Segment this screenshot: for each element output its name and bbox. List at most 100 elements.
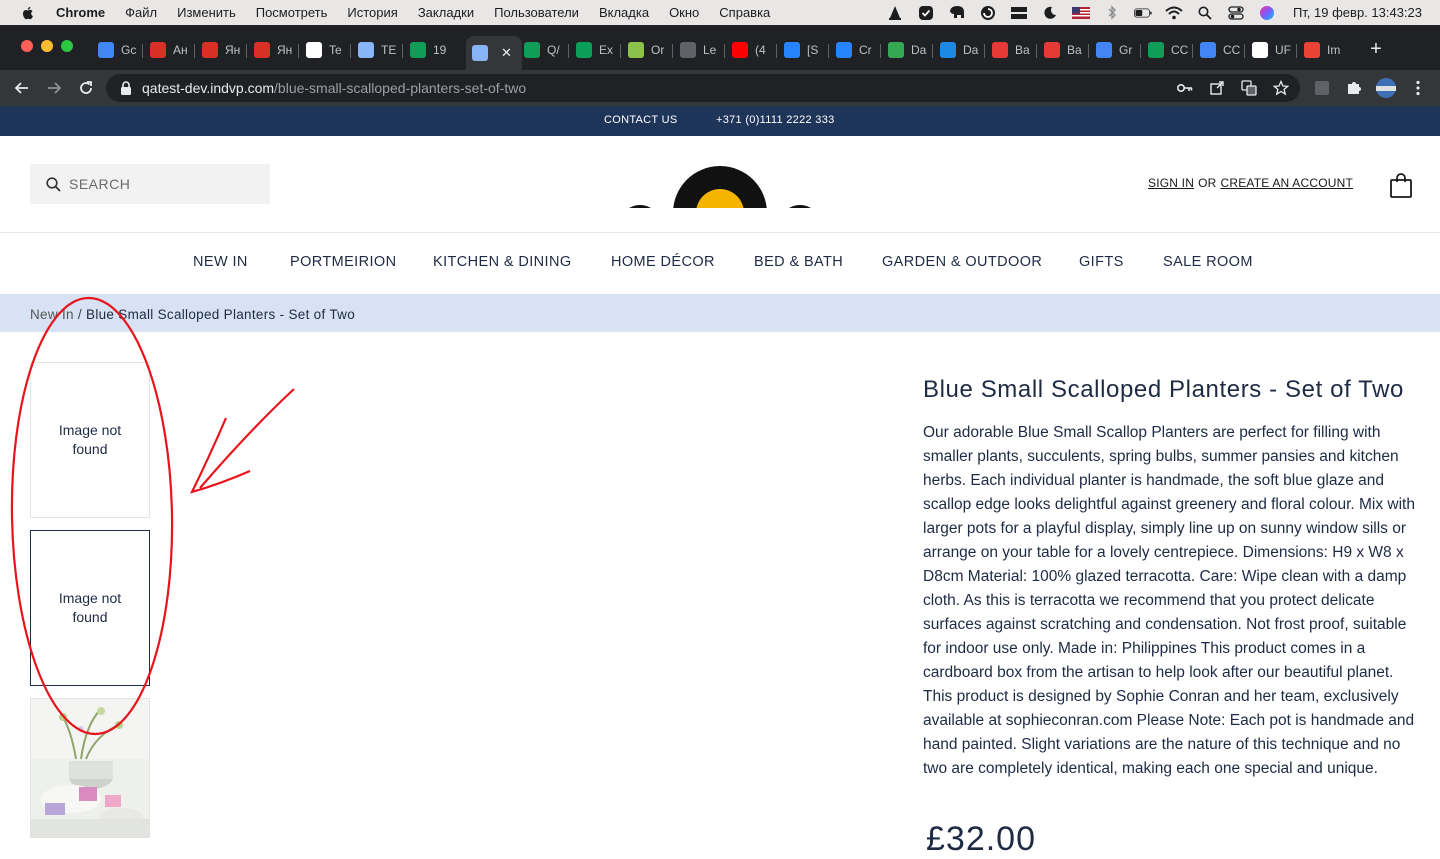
profile-avatar[interactable] — [1374, 76, 1398, 100]
back-arrow-icon[interactable] — [10, 76, 34, 100]
search-box[interactable] — [30, 164, 270, 204]
browser-tab[interactable]: Le — [674, 36, 726, 64]
menu-app-name[interactable]: Chrome — [56, 5, 105, 20]
elephant-icon[interactable] — [948, 5, 966, 21]
shopping-bag-icon[interactable] — [1389, 172, 1413, 198]
wikipedia-icon — [1252, 42, 1268, 58]
chrome-menu-icon[interactable] — [1406, 76, 1430, 100]
bluetooth-icon[interactable] — [1103, 5, 1121, 21]
phone-number[interactable]: +371 (0)1111 2222 333 — [716, 114, 835, 126]
bookmark-star-icon[interactable] — [1272, 79, 1290, 97]
browser-tab[interactable]: Ян — [196, 36, 248, 64]
browser-tab[interactable]: TE — [352, 36, 404, 64]
browser-tab-active[interactable]: ✕ — [466, 36, 522, 70]
search-icon[interactable] — [46, 176, 61, 192]
menu-edit[interactable]: Изменить — [177, 5, 236, 20]
siri-icon[interactable] — [1258, 5, 1276, 21]
spotlight-search-icon[interactable] — [1196, 5, 1214, 21]
menu-view[interactable]: Посмотреть — [256, 5, 328, 20]
browser-tab[interactable]: CC — [1142, 36, 1194, 64]
sheets-icon — [524, 42, 540, 58]
url-text[interactable]: qatest-dev.indvp.com/blue-small-scallope… — [142, 80, 526, 96]
browser-tab[interactable]: Da — [934, 36, 986, 64]
tab-label: (4 — [755, 43, 766, 57]
tab-separator — [672, 44, 673, 58]
window-close-button[interactable] — [21, 40, 33, 52]
gallery-thumbnail-image[interactable] — [30, 698, 150, 838]
shell-icon — [358, 42, 374, 58]
menu-history[interactable]: История — [347, 5, 397, 20]
browser-tab[interactable]: Q/ — [518, 36, 570, 64]
browser-tab[interactable]: Ан — [144, 36, 196, 64]
browser-tab[interactable]: Im — [1298, 36, 1350, 64]
reload-icon[interactable] — [74, 76, 98, 100]
apple-logo-icon[interactable] — [20, 5, 36, 21]
browser-tab[interactable]: Ex — [570, 36, 622, 64]
bookshelf-icon[interactable] — [1010, 5, 1028, 21]
browser-tab[interactable]: Ba — [986, 36, 1038, 64]
gallery-thumbnail-missing[interactable]: Image not found — [30, 362, 150, 518]
menu-tab[interactable]: Вкладка — [599, 5, 649, 20]
moon-icon[interactable] — [1041, 5, 1059, 21]
tab-label: Q/ — [547, 43, 560, 57]
browser-tab[interactable]: [S — [778, 36, 830, 64]
browser-tab[interactable]: CC — [1194, 36, 1246, 64]
new-tab-button[interactable]: + — [1366, 39, 1386, 59]
nav-new-in[interactable]: NEW IN — [193, 254, 248, 270]
browser-tab[interactable]: Or — [622, 36, 674, 64]
gallery-thumbnail-missing-selected[interactable]: Image not found — [30, 530, 150, 686]
us-flag-icon[interactable] — [1071, 5, 1090, 21]
nav-garden-outdoor[interactable]: GARDEN & OUTDOOR — [882, 254, 1042, 270]
browser-tab[interactable]: Gc — [92, 36, 144, 64]
lock-icon[interactable] — [120, 81, 132, 95]
browser-tab[interactable]: (4 — [726, 36, 778, 64]
tab-label: Ян — [225, 43, 241, 57]
battery-icon[interactable] — [1133, 5, 1152, 21]
translate-icon[interactable] — [1240, 79, 1258, 97]
menu-bookmarks[interactable]: Закладки — [418, 5, 474, 20]
menubar-clock[interactable]: Пт, 19 февр. 13:43:23 — [1293, 5, 1422, 20]
site-logo[interactable] — [600, 166, 840, 208]
browser-tab[interactable]: UF — [1246, 36, 1298, 64]
browser-tab[interactable]: Te — [300, 36, 352, 64]
nav-bed-bath[interactable]: BED & BATH — [754, 254, 843, 270]
open-external-icon[interactable] — [1208, 79, 1226, 97]
checkmark-icon[interactable] — [917, 5, 935, 21]
browser-tab[interactable]: 19 — [404, 36, 456, 64]
menu-window[interactable]: Окно — [669, 5, 699, 20]
tab-label: 19 — [433, 43, 447, 57]
extension-icon[interactable] — [1310, 76, 1334, 100]
sign-in-link[interactable]: SIGN IN — [1148, 176, 1194, 190]
tab-label: Ex — [599, 43, 614, 57]
create-account-link[interactable]: CREATE AN ACCOUNT — [1220, 176, 1353, 190]
puzzle-extensions-icon[interactable] — [1342, 76, 1366, 100]
control-center-icon[interactable] — [1227, 5, 1245, 21]
forward-arrow-icon[interactable] — [42, 76, 66, 100]
window-zoom-button[interactable] — [61, 40, 73, 52]
menu-file[interactable]: Файл — [125, 5, 157, 20]
breadcrumb-new-in-link[interactable]: New In — [30, 307, 74, 322]
macos-menu-bar: Chrome Файл Изменить Посмотреть История … — [0, 0, 1440, 25]
wifi-icon[interactable] — [1165, 5, 1183, 21]
menu-people[interactable]: Пользователи — [494, 5, 579, 20]
window-minimize-button[interactable] — [41, 40, 53, 52]
cone-icon[interactable] — [886, 5, 904, 21]
nav-sale-room[interactable]: SALE ROOM — [1163, 254, 1253, 270]
browser-tab[interactable]: Ян — [248, 36, 300, 64]
tab-close-icon[interactable]: ✕ — [501, 45, 512, 61]
browser-tab[interactable]: Da — [882, 36, 934, 64]
nav-home-decor[interactable]: HOME DÉCOR — [611, 254, 715, 270]
browser-tab[interactable]: Ba — [1038, 36, 1090, 64]
browser-tab[interactable]: Gr — [1090, 36, 1142, 64]
nav-portmeirion[interactable]: PORTMEIRION — [290, 254, 396, 270]
search-input[interactable] — [69, 176, 259, 192]
spiral-icon[interactable] — [979, 5, 997, 21]
address-bar[interactable]: qatest-dev.indvp.com/blue-small-scallope… — [106, 74, 1300, 102]
contact-us-link[interactable]: CONTACT US — [604, 114, 678, 126]
nav-kitchen-dining[interactable]: KITCHEN & DINING — [433, 254, 572, 270]
sheets-icon — [410, 42, 426, 58]
browser-tab[interactable]: Cr — [830, 36, 882, 64]
nav-gifts[interactable]: GIFTS — [1079, 254, 1124, 270]
menu-help[interactable]: Справка — [719, 5, 770, 20]
key-icon[interactable] — [1176, 79, 1194, 97]
